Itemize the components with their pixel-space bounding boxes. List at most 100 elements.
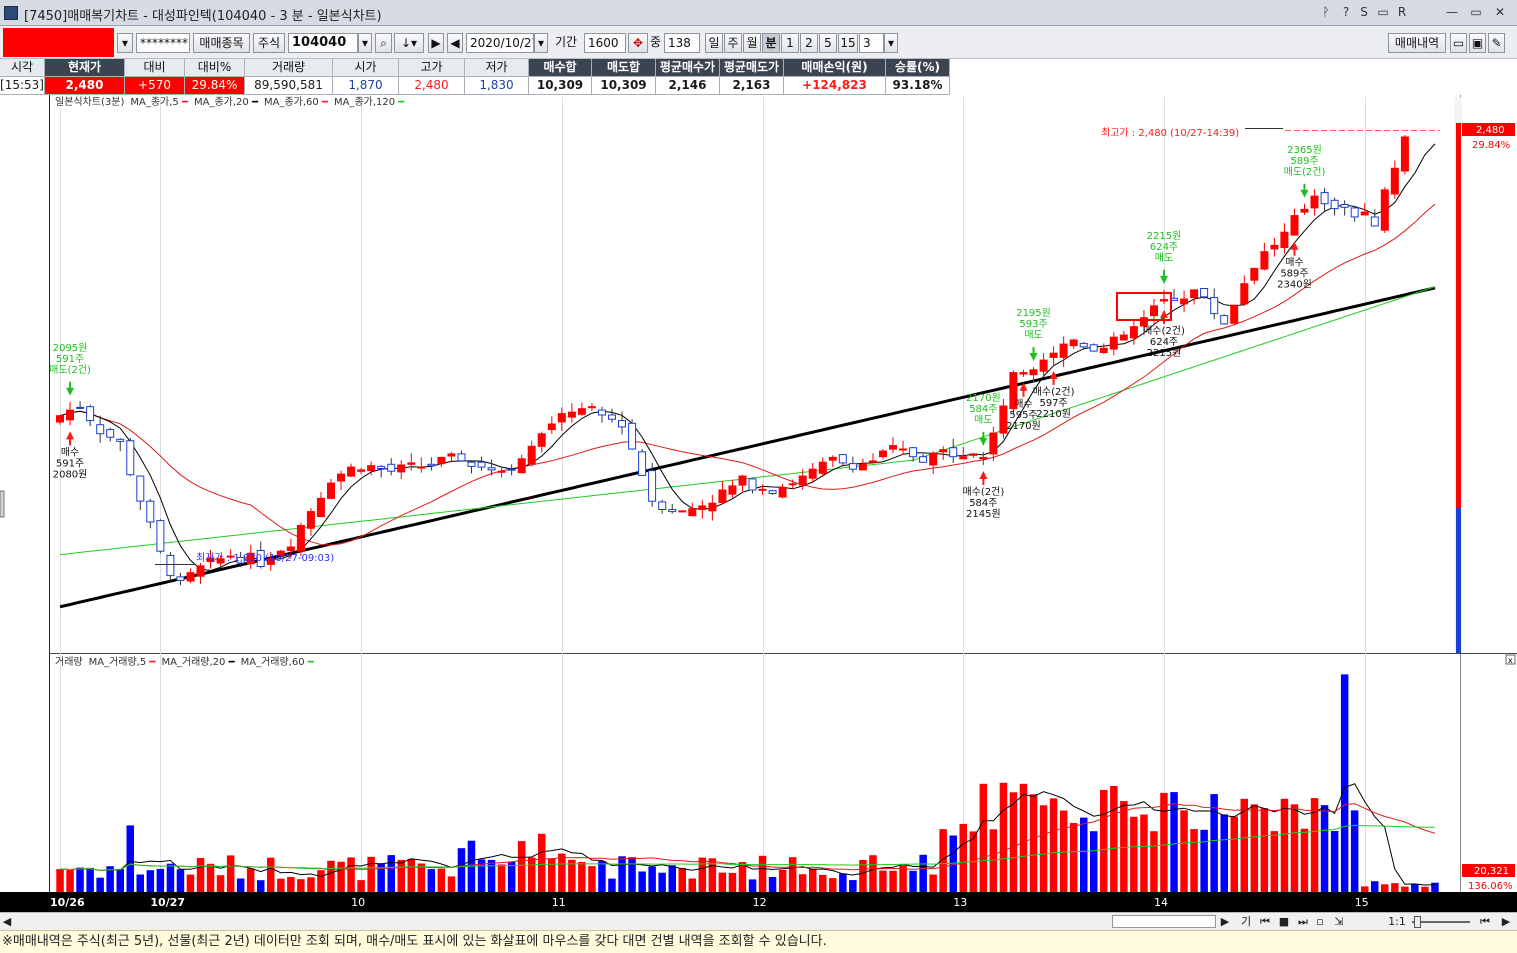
crosshair-icon[interactable]: ✥	[628, 33, 648, 53]
candle-body	[889, 445, 897, 450]
save-icon[interactable]: ▣	[1469, 33, 1486, 53]
volume-bar	[809, 868, 817, 892]
folder-icon[interactable]: ▭	[1450, 33, 1467, 53]
trade-history-button[interactable]: 매매내역	[1388, 33, 1446, 53]
restore-icon[interactable]: ▭	[1376, 4, 1390, 21]
date-input[interactable]: 2020/10/27	[466, 33, 534, 53]
candle-body	[1029, 369, 1038, 376]
volume-bar	[1080, 817, 1088, 892]
header-high: 고가	[399, 59, 465, 77]
candle-body	[186, 572, 195, 582]
period-day-button[interactable]: 일	[705, 33, 723, 53]
date-dropdown-button[interactable]: ▾	[534, 33, 548, 53]
candle-body	[1109, 336, 1118, 350]
volume-bar	[778, 869, 787, 892]
wrench-icon[interactable]: ✎	[1488, 33, 1505, 53]
volume-bar	[387, 855, 395, 892]
candle-body	[517, 458, 526, 474]
candle-body	[1059, 343, 1068, 358]
candle-body	[1200, 288, 1209, 298]
price-legend-item-1: MA_종가,5	[130, 96, 178, 108]
volume-bar	[1160, 792, 1168, 892]
rewind-icon[interactable]: ⏮	[1258, 914, 1272, 929]
scroll-thumb[interactable]	[1112, 915, 1216, 928]
candle-body	[728, 485, 737, 495]
candle-body	[818, 461, 827, 474]
first-page-icon[interactable]: ⏮	[1478, 914, 1492, 929]
pin-icon[interactable]: ᚹ	[1320, 4, 1332, 21]
close-button[interactable]: ✕	[1492, 4, 1508, 21]
volume-bar	[1100, 789, 1108, 892]
forward-icon[interactable]: ⏭	[1296, 914, 1310, 929]
volume-bar	[1350, 810, 1359, 892]
volume-bar	[487, 859, 496, 892]
candle-body	[698, 505, 707, 510]
annotation-text: 2215원	[1147, 230, 1182, 242]
period-minute-button[interactable]: 분	[762, 33, 780, 53]
password-field[interactable]: ********	[136, 33, 190, 53]
candle-body	[1380, 189, 1389, 231]
candlestick-chart[interactable]: x 2095원591주매도(2건)매수591주2080원2170원584주매도매…	[0, 95, 1517, 912]
stop-icon[interactable]: ■	[1278, 914, 1290, 929]
play-icon[interactable]: ▶	[1500, 914, 1512, 929]
minute-5-button[interactable]: 5	[819, 33, 837, 53]
volume-bar	[618, 856, 626, 892]
candle-body	[116, 438, 125, 442]
annotation-text: 591주	[56, 458, 84, 469]
chart-scroll-bar[interactable]: ◀ ▶ 기 ⏮ ■ ⏭ ▫ ⇲ 1:1 ⏮ ▶	[0, 912, 1517, 930]
minimize-button[interactable]: —	[1444, 4, 1460, 21]
refresh-icon[interactable]: R	[1396, 4, 1408, 21]
minute-dropdown-button[interactable]: ▾	[884, 33, 898, 53]
app-window: [7450]매매복기차트 - 대성파인텍(104040 - 3 분 - 일본식차…	[0, 0, 1517, 953]
left-splitter-handle[interactable]	[0, 490, 5, 518]
candle-body	[959, 456, 968, 460]
fit-icon[interactable]: ▫	[1314, 914, 1326, 929]
screenshot-icon[interactable]: S	[1358, 4, 1370, 21]
ratio-button[interactable]: 1:1	[1388, 914, 1406, 929]
volume-bar	[668, 865, 676, 892]
minute-custom-input[interactable]: 3	[859, 33, 884, 53]
volume-bar	[819, 874, 827, 892]
period-week-button[interactable]: 주	[724, 33, 742, 53]
code-dropdown-button[interactable]: ▾	[358, 33, 372, 53]
candle-body	[1400, 136, 1409, 172]
zoom-icon[interactable]: ⇲	[1332, 914, 1346, 929]
volume-bar	[267, 857, 275, 892]
scroll-right-button[interactable]: ▶	[1220, 914, 1230, 929]
volume-legend-item-3: MA_거래량,60	[241, 656, 305, 668]
stock-code-input[interactable]: 104040	[288, 33, 358, 53]
candle-body	[1270, 244, 1279, 250]
volume-bar	[1120, 801, 1128, 892]
header-change: 대비	[125, 59, 185, 77]
count-input[interactable]: 138	[664, 33, 700, 53]
market-button[interactable]: 주식	[253, 33, 285, 53]
period-month-button[interactable]: 월	[743, 33, 761, 53]
prev-icon[interactable]: ◀	[447, 33, 463, 53]
period-input[interactable]: 1600	[584, 33, 626, 53]
volume-bar	[1260, 808, 1269, 892]
candle-body	[577, 408, 586, 415]
minute-15-button[interactable]: 15	[838, 33, 858, 53]
candle-body	[949, 447, 958, 458]
header-open: 시가	[333, 59, 399, 77]
zoom-slider-handle[interactable]	[1414, 916, 1421, 928]
search-icon[interactable]: ⌕	[375, 33, 392, 53]
date-label-4: 12	[753, 896, 767, 909]
base-button[interactable]: 기	[1240, 914, 1252, 929]
candle-body	[768, 490, 777, 495]
candle-body	[417, 466, 426, 469]
next-icon[interactable]: ▶	[428, 33, 444, 53]
volume-bar	[688, 878, 696, 892]
trade-stock-button[interactable]: 매매종목	[193, 33, 250, 53]
price-legend-marker-3: ━	[319, 97, 329, 108]
sort-icon[interactable]: ↓▾	[394, 33, 424, 53]
scroll-left-button[interactable]: ◀	[2, 914, 12, 929]
maximize-button[interactable]: ▭	[1468, 4, 1484, 21]
header-avg-buy: 평균매수가	[656, 59, 720, 77]
candle-body	[567, 411, 576, 418]
help-icon[interactable]: ?	[1340, 4, 1352, 21]
minute-1-button[interactable]: 1	[781, 33, 799, 53]
account-dropdown-button[interactable]: ▾	[117, 33, 133, 53]
candle-body	[678, 510, 687, 513]
minute-2-button[interactable]: 2	[800, 33, 818, 53]
